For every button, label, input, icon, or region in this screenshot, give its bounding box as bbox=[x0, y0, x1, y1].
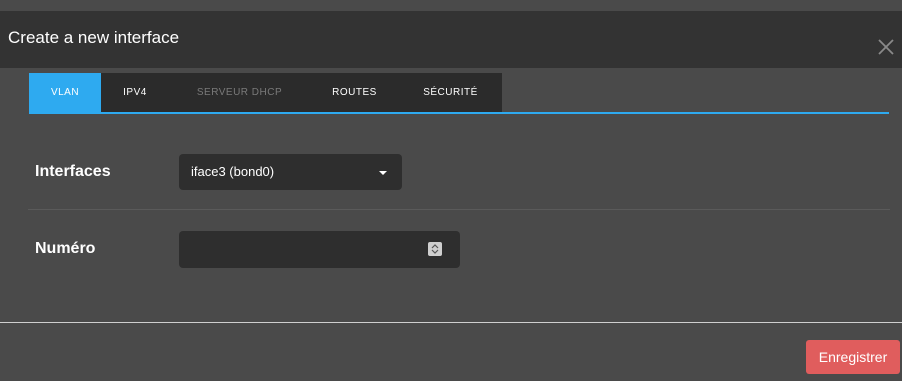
spinner-button[interactable] bbox=[428, 242, 442, 256]
numero-label: Numéro bbox=[35, 240, 96, 257]
spinner-icon bbox=[431, 244, 439, 254]
tab-routes[interactable]: ROUTES bbox=[310, 73, 399, 112]
interfaces-select-value: iface3 (bond0) bbox=[191, 164, 275, 179]
numero-input[interactable] bbox=[179, 231, 460, 268]
tab-ipv4[interactable]: IPV4 bbox=[101, 73, 169, 112]
chevron-down-icon bbox=[379, 171, 387, 175]
tab-vlan[interactable]: VLAN bbox=[29, 73, 101, 112]
save-button[interactable]: Enregistrer bbox=[806, 340, 900, 374]
close-button[interactable] bbox=[876, 37, 896, 57]
modal-title: Create a new interface bbox=[8, 28, 180, 47]
interfaces-select[interactable]: iface3 (bond0) bbox=[179, 154, 402, 190]
create-interface-modal: Create a new interface VLAN IPV4 SERVEUR… bbox=[0, 0, 902, 381]
modal-header: Create a new interface bbox=[0, 11, 902, 68]
form-divider bbox=[28, 209, 890, 210]
interfaces-label: Interfaces bbox=[35, 163, 111, 180]
tab-bar: VLAN IPV4 SERVEUR DHCP ROUTES SÉCURITÉ bbox=[29, 73, 502, 112]
tab-securite[interactable]: SÉCURITÉ bbox=[399, 73, 502, 112]
modal-footer bbox=[0, 322, 902, 381]
tab-serveur-dhcp[interactable]: SERVEUR DHCP bbox=[169, 73, 310, 112]
close-icon bbox=[878, 39, 894, 55]
tab-underline bbox=[29, 112, 889, 114]
